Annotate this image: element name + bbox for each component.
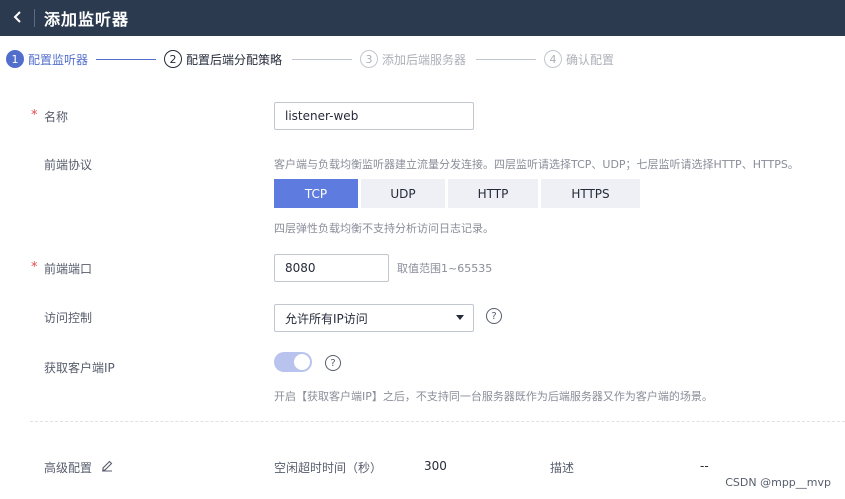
section-divider [30, 421, 845, 422]
step-1[interactable]: 1 配置监听器 [6, 49, 88, 69]
access-control-select[interactable]: 允许所有IP访问 [274, 304, 474, 332]
chevron-left-icon [13, 11, 21, 23]
idle-timeout-label: 空闲超时时间（秒） [274, 461, 383, 475]
advanced-config-label: 高级配置 [44, 461, 93, 475]
step-3-number: 3 [360, 50, 378, 68]
title-divider [34, 9, 35, 27]
protocol-hint: 客户端与负载均衡监听器建立流量分发连接。四层监听请选择TCP、UDP；七层监听请… [274, 158, 799, 171]
access-control-value: 允许所有IP访问 [285, 311, 368, 326]
step-1-number: 1 [6, 50, 24, 68]
protocol-note: 四层弹性负载均衡不支持分析访问日志记录。 [274, 222, 494, 235]
name-label: 名称 [44, 110, 69, 124]
page-title: 添加监听器 [44, 10, 130, 29]
protocol-tcp-button[interactable]: TCP [274, 179, 358, 208]
step-3[interactable]: 3 添加后端服务器 [360, 49, 466, 69]
client-ip-label: 获取客户端IP [44, 361, 115, 375]
protocol-http-button[interactable]: HTTP [448, 179, 538, 208]
step-2-number: 2 [164, 50, 182, 68]
watermark: CSDN @mpp__mvp [725, 476, 831, 489]
protocol-udp-button[interactable]: UDP [361, 179, 445, 208]
protocol-selector: TCP UDP HTTP HTTPS [274, 179, 640, 208]
step-3-label: 添加后端服务器 [382, 52, 467, 67]
port-input[interactable]: 8080 [274, 254, 389, 282]
step-bar: 1 配置监听器 2 配置后端分配策略 3 添加后端服务器 4 确认配置 [0, 36, 845, 82]
description-value: -- [700, 459, 709, 473]
access-control-label: 访问控制 [44, 311, 93, 325]
help-icon[interactable]: ? [325, 355, 341, 371]
description-label: 描述 [550, 461, 575, 475]
listener-form: * 名称 listener-web 前端协议 客户端与负载均衡监听器建立流量分发… [0, 82, 845, 499]
title-bar: 添加监听器 [0, 0, 845, 36]
step-2[interactable]: 2 配置后端分配策略 [164, 49, 282, 69]
help-icon[interactable]: ? [486, 308, 502, 324]
idle-timeout-value: 300 [424, 459, 447, 473]
protocol-label: 前端协议 [44, 158, 93, 172]
step-1-label: 配置监听器 [28, 52, 89, 67]
back-button[interactable] [6, 5, 30, 29]
port-label: 前端端口 [44, 262, 93, 276]
step-4-number: 4 [544, 50, 562, 68]
required-mark: * [31, 108, 38, 123]
step-connector-2 [292, 59, 352, 60]
protocol-https-button[interactable]: HTTPS [541, 179, 640, 208]
step-4-label: 确认配置 [566, 52, 615, 67]
client-ip-note: 开启【获取客户端IP】之后，不支持同一台服务器既作为后端服务器又作为客户端的场景… [274, 390, 713, 403]
required-mark: * [31, 260, 38, 275]
client-ip-toggle[interactable] [274, 352, 312, 372]
caret-down-icon [456, 315, 464, 320]
port-range-hint: 取值范围1~65535 [397, 262, 493, 275]
toggle-knob [294, 354, 310, 370]
step-2-label: 配置后端分配策略 [186, 52, 283, 67]
step-4[interactable]: 4 确认配置 [544, 49, 614, 69]
step-connector-3 [476, 59, 536, 60]
edit-icon[interactable] [100, 458, 114, 472]
step-connector-1 [96, 59, 156, 60]
name-input[interactable]: listener-web [274, 102, 474, 130]
